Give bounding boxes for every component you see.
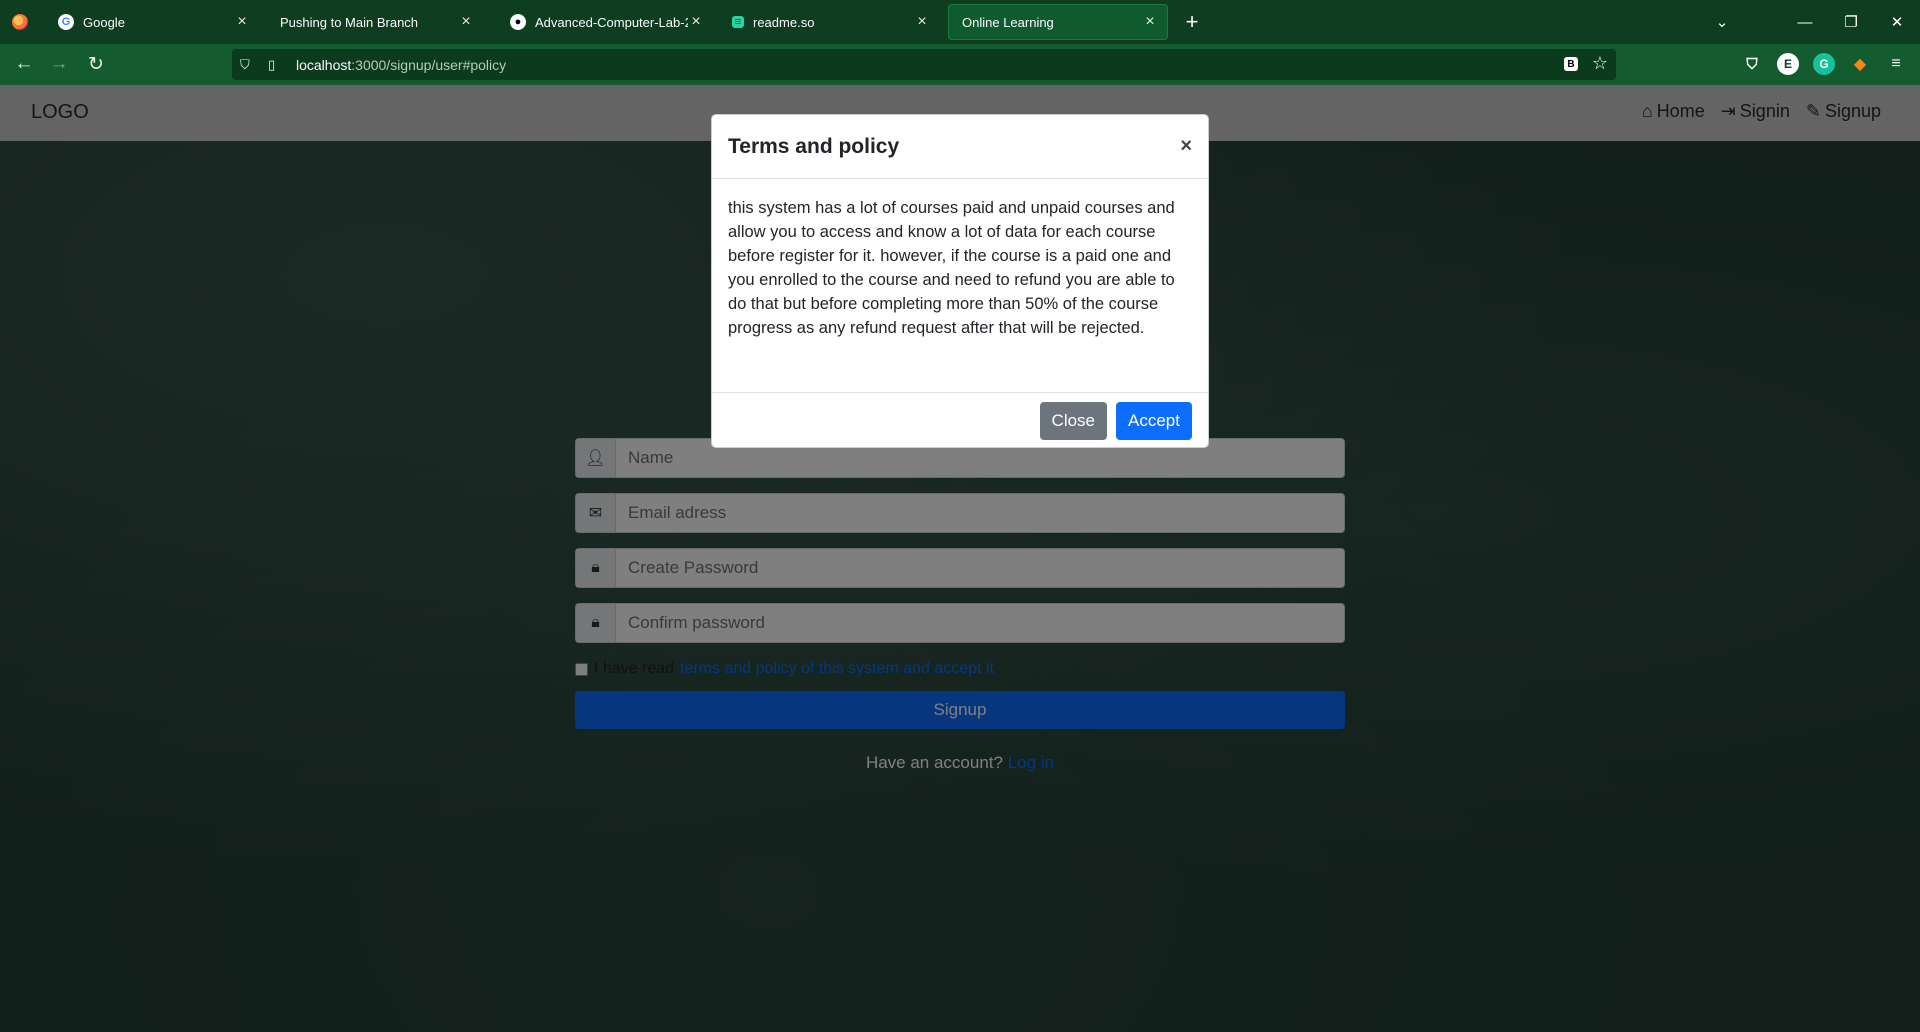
- tab-readme[interactable]: ≡ readme.so ×: [718, 4, 940, 40]
- url-path: :3000/signup/user#policy: [351, 56, 507, 73]
- tab-online-learning[interactable]: Online Learning ×: [948, 4, 1168, 40]
- extension-e-icon[interactable]: E: [1777, 53, 1799, 75]
- close-tab-icon[interactable]: ×: [1142, 13, 1158, 31]
- tab-title: Online Learning: [962, 14, 1054, 30]
- reader-extension-icon[interactable]: B: [1564, 57, 1578, 71]
- close-icon[interactable]: ×: [1180, 135, 1192, 158]
- pocket-icon[interactable]: ⛉: [1741, 53, 1763, 75]
- tab-title: Pushing to Main Branch: [280, 14, 419, 30]
- accept-button[interactable]: Accept: [1116, 401, 1192, 440]
- tab-pushing-to-main-branch[interactable]: Pushing to Main Branch ×: [266, 4, 484, 40]
- close-tab-icon[interactable]: ×: [688, 13, 704, 31]
- google-icon: G: [58, 14, 74, 30]
- modal-header: Terms and policy ×: [712, 115, 1208, 179]
- tab-github[interactable]: ● Advanced-Computer-Lab-2022 ×: [496, 4, 714, 40]
- modal-title: Terms and policy: [728, 134, 900, 158]
- grammarly-icon[interactable]: G: [1813, 53, 1835, 75]
- restore-button[interactable]: ❐: [1828, 0, 1874, 44]
- url-bar[interactable]: ⛉ ▯ localhost:3000/signup/user#policy B …: [232, 49, 1616, 80]
- browser-toolbar: ← → ↻ ⛉ ▯ localhost:3000/signup/user#pol…: [0, 44, 1920, 85]
- list-all-tabs-icon[interactable]: ⌄: [1699, 0, 1745, 44]
- readme-icon: ≡: [732, 16, 744, 28]
- close-tab-icon[interactable]: ×: [458, 13, 474, 31]
- metamask-icon[interactable]: ◆: [1849, 53, 1871, 75]
- firefox-icon[interactable]: [0, 0, 40, 44]
- close-tab-icon[interactable]: ×: [234, 13, 250, 31]
- tab-google[interactable]: G Google ×: [44, 4, 260, 40]
- menu-icon[interactable]: ≡: [1885, 53, 1907, 75]
- new-tab-button[interactable]: +: [1178, 8, 1206, 36]
- tab-title: Google: [83, 14, 125, 30]
- back-icon[interactable]: ←: [8, 48, 40, 80]
- modal-body-text: this system has a lot of courses paid an…: [712, 179, 1208, 393]
- tab-title: readme.so: [753, 14, 815, 30]
- reload-icon[interactable]: ↻: [80, 48, 112, 80]
- url-host: localhost: [296, 56, 352, 73]
- minimize-button[interactable]: —: [1782, 0, 1828, 44]
- forward-icon[interactable]: →: [43, 48, 75, 80]
- close-tab-icon[interactable]: ×: [914, 13, 930, 31]
- bookmark-star-icon[interactable]: ☆: [1592, 53, 1608, 74]
- tracking-shield-icon[interactable]: ⛉: [240, 57, 258, 73]
- terms-modal: Terms and policy × this system has a lot…: [711, 114, 1209, 448]
- modal-footer: Close Accept: [712, 393, 1208, 448]
- tab-title: Advanced-Computer-Lab-2022: [535, 14, 688, 30]
- page-info-icon[interactable]: ▯: [268, 57, 284, 73]
- browser-tab-bar: G Google × Pushing to Main Branch × ● Ad…: [0, 0, 1920, 44]
- github-icon: ●: [510, 14, 526, 30]
- close-window-button[interactable]: ✕: [1874, 0, 1920, 44]
- close-button[interactable]: Close: [1039, 401, 1108, 440]
